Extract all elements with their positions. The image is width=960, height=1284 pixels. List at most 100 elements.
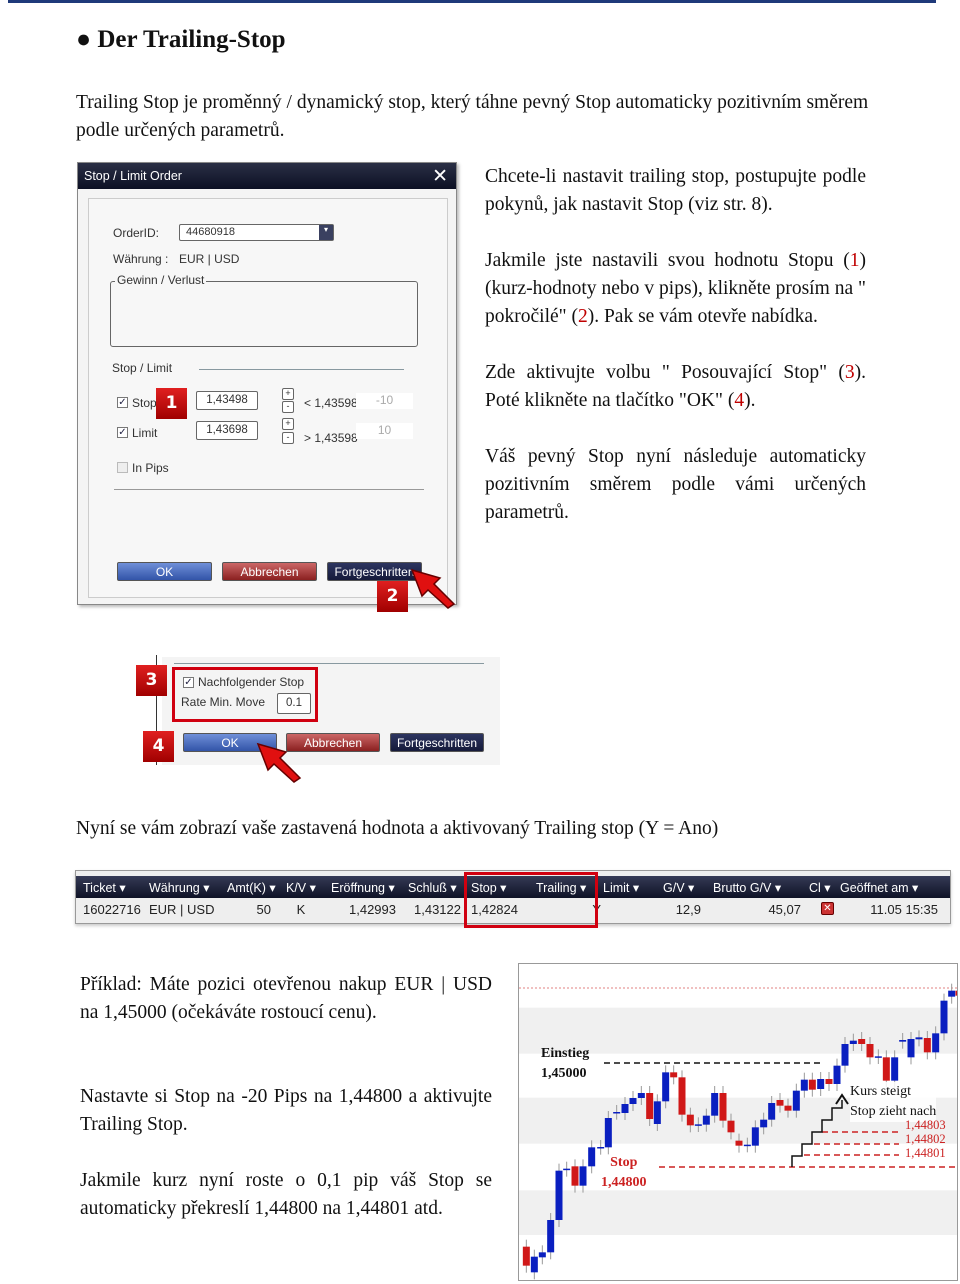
table-cell: EUR | USD [149, 902, 215, 917]
candle-body [800, 1079, 808, 1091]
column-header[interactable]: Eröffnung ▾ [331, 880, 395, 895]
candle-body [866, 1044, 874, 1058]
example-3: Jakmile kurz nyní roste o 0,1 pip váš St… [80, 1170, 492, 1219]
stop-pips[interactable]: -10 [356, 393, 413, 409]
step-badge-1: 1 [156, 388, 187, 419]
advanced-button[interactable]: Fortgeschritten [390, 733, 484, 752]
candle-body [530, 1256, 538, 1273]
stop-plus-button[interactable]: + [282, 388, 294, 400]
close-icon[interactable]: ✕ [432, 165, 448, 188]
trailing-stop-chart: Einstieg 1,45000 Stop 1,44800 Kurs steigt S… [518, 963, 958, 1281]
candle-body [760, 1119, 768, 1128]
candle-body [653, 1101, 661, 1124]
dialog-panel: OrderID: 44680918 ▾ Währung : EUR | USD G… [88, 198, 448, 598]
limit-pips[interactable]: 10 [356, 423, 413, 439]
entry-label: Einstieg [541, 1046, 590, 1061]
column-header[interactable]: K/V ▾ [286, 880, 316, 895]
candle-body [727, 1120, 735, 1133]
candle-body [670, 1072, 678, 1078]
candle-body [907, 1039, 915, 1058]
column-header[interactable]: Amt(K) ▾ [227, 880, 276, 895]
example-2: Nastavte si Stop na -20 Pips na 1,44800 … [80, 1086, 492, 1135]
limit-label: Limit [132, 426, 158, 440]
table-cell: 12,9 [675, 902, 701, 917]
trend-note: Kurs steigt Stop zieht nach [850, 1082, 937, 1122]
pointer-arrow-icon [256, 742, 302, 783]
column-header[interactable]: G/V ▾ [663, 880, 694, 895]
candle-body [711, 1093, 719, 1116]
ok-button[interactable]: OK [117, 562, 212, 581]
stop-input[interactable]: 1,43498 [196, 391, 258, 410]
step-badge-4: 4 [143, 731, 174, 762]
instruction-4: Váš pevný Stop nyní následuje automatick… [485, 446, 866, 523]
column-header[interactable]: Geöffnet am ▾ [840, 880, 918, 895]
column-header[interactable]: Ticket ▾ [83, 880, 126, 895]
candle-body [833, 1065, 841, 1084]
table-cell: 16022716 [83, 902, 141, 917]
rate-min-move-label: Rate Min. Move [181, 695, 266, 709]
entry-annotation: Einstieg 1,45000 [541, 1044, 589, 1084]
candle-body [637, 1093, 645, 1098]
candle-body [940, 1000, 948, 1034]
table-cell: 45,07 [768, 902, 801, 917]
candle-body [719, 1093, 727, 1121]
table-cell: K [296, 902, 306, 917]
example-text: Příklad: Máte pozici otevřenou nakup EUR… [80, 971, 492, 1223]
stop-checkbox[interactable]: ✓ [117, 397, 128, 408]
table-cell: 1,42993 [349, 902, 396, 917]
divider [174, 663, 484, 664]
in-pips-checkbox[interactable] [117, 462, 128, 473]
candle-body [841, 1044, 849, 1066]
trailing-stop-label: Nachfolgender Stop [198, 675, 305, 689]
column-header[interactable]: Brutto G/V ▾ [713, 880, 781, 895]
candle-body [932, 1033, 940, 1053]
stop-levels: 1,44803 1,44802 1,44801 [905, 1118, 946, 1160]
candle-body [702, 1115, 710, 1125]
candle-body [621, 1104, 629, 1113]
divider [114, 489, 424, 490]
instruction-2: Jakmile jste nastavili svou hodnotu Stop… [485, 250, 866, 327]
section-heading: ● Der Trailing-Stop [76, 26, 286, 53]
limit-input[interactable]: 1,43698 [196, 421, 258, 440]
candle-body [522, 1246, 530, 1266]
candle-body [891, 1057, 899, 1081]
chevron-down-icon[interactable]: ▾ [319, 225, 333, 240]
cancel-button[interactable]: Abbrechen [222, 562, 317, 581]
column-header[interactable]: Schluß ▾ [408, 880, 457, 895]
intro-text: Trailing Stop je proměnný / dynamický st… [76, 92, 869, 141]
candle-body [547, 1220, 555, 1253]
limit-checkbox[interactable]: ✓ [117, 427, 128, 438]
stop-minus-button[interactable]: - [282, 401, 294, 413]
limit-minus-button[interactable]: - [282, 432, 294, 444]
candle-body [882, 1057, 890, 1081]
background-band [519, 1190, 957, 1235]
column-header[interactable]: Limit ▾ [603, 880, 639, 895]
candle-body [694, 1124, 702, 1126]
candle-body [776, 1100, 784, 1106]
table-cell: 11.05 15:35 [870, 902, 938, 917]
in-pips-label: In Pips [132, 461, 169, 475]
stop-value: 1,44800 [601, 1175, 647, 1190]
order-id-value: 44680918 [186, 226, 235, 238]
heading-text: Der Trailing-Stop [97, 26, 286, 53]
table-intro: Nyní se vám zobrazí vaše zastavená hodno… [76, 818, 719, 839]
stop-limit-label: Stop / Limit [112, 361, 173, 375]
candle-body [948, 990, 956, 997]
candle-body [563, 1168, 571, 1171]
column-header[interactable]: Währung ▾ [149, 880, 209, 895]
rate-min-move-input[interactable]: 0.1 [277, 693, 311, 714]
order-id-label: OrderID: [113, 226, 160, 240]
trailing-stop-checkbox[interactable]: ✓ [183, 677, 194, 688]
order-id-select[interactable]: 44680918 ▾ [179, 224, 334, 241]
advanced-button[interactable]: Fortgeschritten [327, 562, 422, 581]
currency-value: EUR | USD [179, 252, 240, 266]
limit-plus-button[interactable]: + [282, 418, 294, 430]
stop-limit-dialog: Stop / Limit Order ✕ OrderID: 44680918 ▾ … [77, 162, 457, 605]
dialog-title: Stop / Limit Order [78, 163, 456, 189]
candle-body [588, 1147, 596, 1167]
highlight-box [464, 872, 598, 928]
close-position-icon[interactable]: ✕ [821, 902, 834, 915]
column-header[interactable]: Cl ▾ [809, 880, 831, 895]
level-2: 1,44802 [905, 1132, 946, 1146]
candle-body [743, 1144, 751, 1147]
